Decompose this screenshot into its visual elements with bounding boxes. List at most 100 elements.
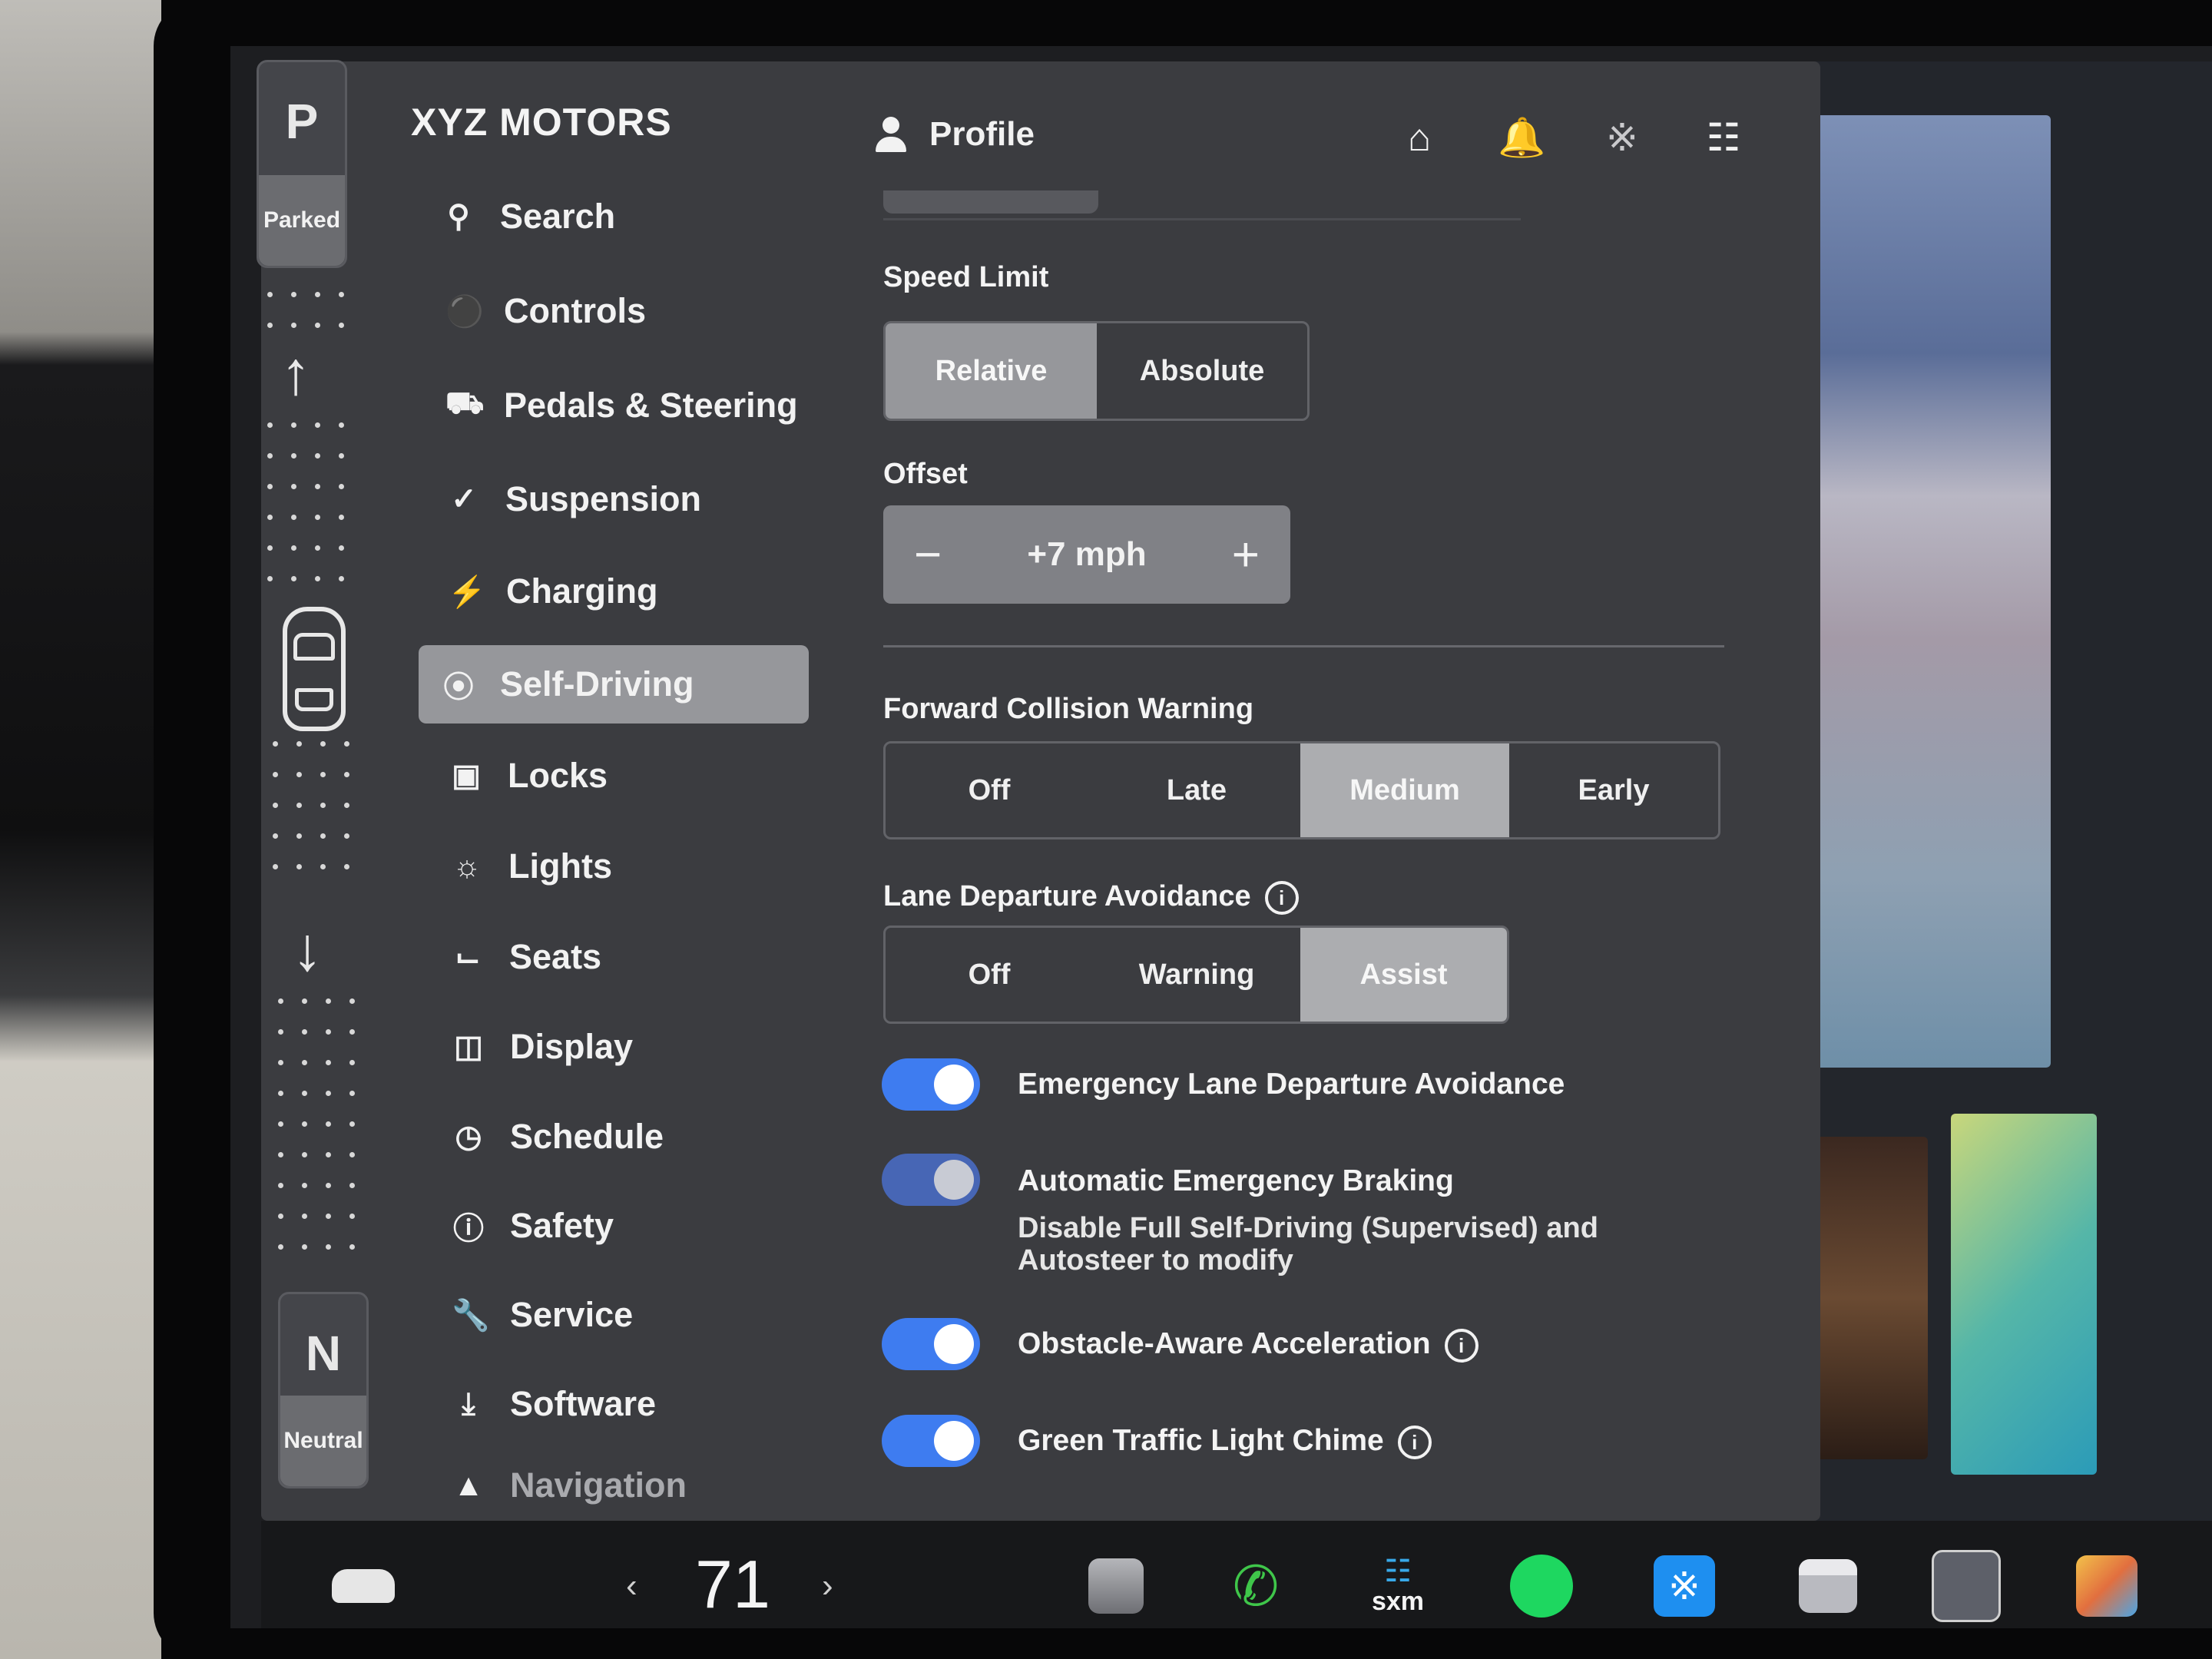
temperature-decrease-button[interactable]: ‹ (626, 1567, 637, 1605)
offset-minus-button[interactable]: − (914, 528, 942, 582)
forward-collision-segmented-control[interactable]: Off Late Medium Early (883, 741, 1720, 839)
search-icon: ⚲ (447, 200, 470, 233)
autopilot-icon[interactable] (1081, 1551, 1151, 1621)
temperature-increase-button[interactable]: › (822, 1567, 833, 1605)
sidebar-item-seats[interactable]: ⌙ Seats (428, 919, 816, 995)
info-icon[interactable]: i (1444, 1328, 1479, 1363)
dashboard-trim (0, 0, 261, 1659)
lane-departure-option-assist[interactable]: Assist (1300, 928, 1507, 1022)
sidebar-item-label: Navigation (510, 1465, 687, 1505)
sidebar-item-controls[interactable]: ⚫ Controls (422, 273, 810, 349)
sidebar-item-software[interactable]: ⤓ Software (429, 1366, 816, 1442)
alert-icon: ⓘ (453, 1212, 484, 1246)
gear-slider-dots[interactable] (273, 741, 357, 895)
lane-departure-option-off[interactable]: Off (886, 928, 1093, 1022)
display-icon: ◫ (454, 1030, 483, 1064)
section-divider (883, 645, 1724, 647)
media-photo[interactable] (1790, 115, 2051, 1068)
toggle-knob (934, 1324, 974, 1364)
profile-icon (876, 117, 906, 152)
forward-collision-label: Forward Collision Warning (883, 693, 1254, 725)
navigation-icon: ▲ (453, 1468, 484, 1502)
sidebar-item-display[interactable]: ◫ Display (429, 1008, 816, 1085)
sidebar-item-service[interactable]: 🔧 Service (429, 1277, 816, 1353)
offset-plus-button[interactable]: + (1232, 528, 1260, 582)
lock-icon: ▣ (452, 759, 481, 793)
speed-limit-option-relative[interactable]: Relative (886, 323, 1097, 419)
arrow-down-icon: ↓ (292, 915, 323, 983)
gear-letter: N (305, 1326, 342, 1381)
speed-limit-segmented-control[interactable]: Relative Absolute (883, 321, 1310, 421)
download-icon: ⤓ (462, 1386, 475, 1421)
sidebar-item-pedals-steering[interactable]: ⛟ Pedals & Steering (422, 367, 810, 444)
sidebar-item-locks[interactable]: ▣ Locks (426, 737, 814, 814)
sidebar-item-self-driving[interactable]: ⦿ Self-Driving (419, 645, 809, 724)
arrow-up-icon: ↑ (280, 339, 311, 407)
toggle-knob (934, 1065, 974, 1104)
green-traffic-light-chime-toggle[interactable] (882, 1415, 980, 1467)
phone-icon[interactable]: ✆ (1221, 1551, 1290, 1621)
gear-slider-dots[interactable] (278, 998, 363, 1275)
bell-icon[interactable]: 🔔 (1498, 115, 1545, 161)
obstacle-aware-acceleration-row: Obstacle-Aware Acceleration i (1018, 1327, 1479, 1363)
wrench-icon: ✓ (451, 482, 477, 516)
info-icon[interactable]: i (1264, 880, 1299, 915)
lane-departure-segmented-control[interactable]: Off Warning Assist (883, 926, 1509, 1024)
car-icon: ⛟ (445, 386, 485, 420)
sidebar-item-charging[interactable]: ⚡ Charging (425, 553, 813, 630)
emergency-lane-departure-label: Emergency Lane Departure Avoidance (1018, 1068, 1565, 1101)
gear-label: Parked (259, 175, 345, 266)
gear-neutral-button[interactable]: N Neutral (278, 1292, 369, 1488)
lane-departure-option-warning[interactable]: Warning (1093, 928, 1300, 1022)
sxm-label: sxm (1371, 1586, 1425, 1616)
automatic-emergency-braking-label: Automatic Emergency Braking (1018, 1164, 1454, 1197)
car-icon[interactable] (329, 1551, 398, 1621)
spotify-icon[interactable] (1507, 1551, 1576, 1621)
green-traffic-light-chime-row: Green Traffic Light Chime i (1018, 1424, 1432, 1459)
forward-collision-option-medium[interactable]: Medium (1300, 743, 1509, 837)
automatic-emergency-braking-toggle[interactable] (882, 1154, 980, 1206)
profile-button[interactable]: Profile (876, 115, 1035, 154)
offset-value: +7 mph (1027, 535, 1147, 573)
sidebar-item-label: Self-Driving (500, 664, 694, 704)
bolt-icon: ⚡ (448, 575, 486, 609)
sidebar-item-label: Controls (504, 291, 646, 330)
sidebar-item-label: Search (500, 197, 616, 236)
bluetooth-icon[interactable]: ※ (1650, 1551, 1719, 1621)
sidebar-item-label: Pedals & Steering (504, 386, 798, 425)
arcade-icon[interactable] (2072, 1551, 2141, 1621)
wifi-icon[interactable]: ☷ (1700, 115, 1747, 160)
wrench-icon: 🔧 (452, 1298, 490, 1333)
obstacle-aware-acceleration-toggle[interactable] (882, 1318, 980, 1370)
automatic-emergency-braking-note: Disable Full Self-Driving (Supervised) a… (1018, 1212, 1598, 1277)
media-thumbnail[interactable] (1951, 1114, 2097, 1475)
offset-label: Offset (883, 458, 968, 490)
screen-bezel-bottom (161, 1628, 2212, 1659)
forward-collision-option-early[interactable]: Early (1509, 743, 1718, 837)
toybox-icon[interactable] (1793, 1551, 1863, 1621)
garage-icon[interactable]: ⌂ (1396, 115, 1442, 160)
gear-label: Neutral (280, 1396, 366, 1486)
calendar-icon[interactable] (1932, 1550, 2001, 1622)
sidebar-item-suspension[interactable]: ✓ Suspension (424, 461, 812, 538)
lane-departure-label: Lane Departure Avoidance i (883, 880, 1299, 915)
bluetooth-icon[interactable]: ※ (1599, 115, 1645, 160)
info-icon[interactable]: i (1397, 1425, 1432, 1459)
sidebar-item-schedule[interactable]: ◷ Schedule (429, 1098, 816, 1175)
forward-collision-option-off[interactable]: Off (886, 743, 1093, 837)
sidebar-item-label: Charging (506, 571, 658, 611)
speed-limit-option-absolute[interactable]: Absolute (1097, 323, 1307, 419)
brand-title: XYZ MOTORS (411, 101, 672, 144)
profile-label: Profile (929, 115, 1035, 153)
siriusxm-icon[interactable]: ☷ sxm (1363, 1551, 1432, 1621)
forward-collision-option-late[interactable]: Late (1093, 743, 1300, 837)
gear-slider-dots[interactable] (267, 422, 352, 607)
sidebar-item-search[interactable]: ⚲ Search (419, 178, 806, 255)
sidebar-item-lights[interactable]: ☼ Lights (427, 828, 815, 905)
cabin-temperature[interactable]: 71 (695, 1545, 770, 1624)
sidebar-item-navigation[interactable]: ▲ Navigation (429, 1455, 816, 1516)
obstacle-aware-acceleration-label: Obstacle-Aware Acceleration (1018, 1327, 1431, 1360)
emergency-lane-departure-toggle[interactable] (882, 1058, 980, 1111)
sidebar-item-safety[interactable]: ⓘ Safety (429, 1187, 816, 1264)
gear-park-button[interactable]: P Parked (257, 60, 347, 268)
